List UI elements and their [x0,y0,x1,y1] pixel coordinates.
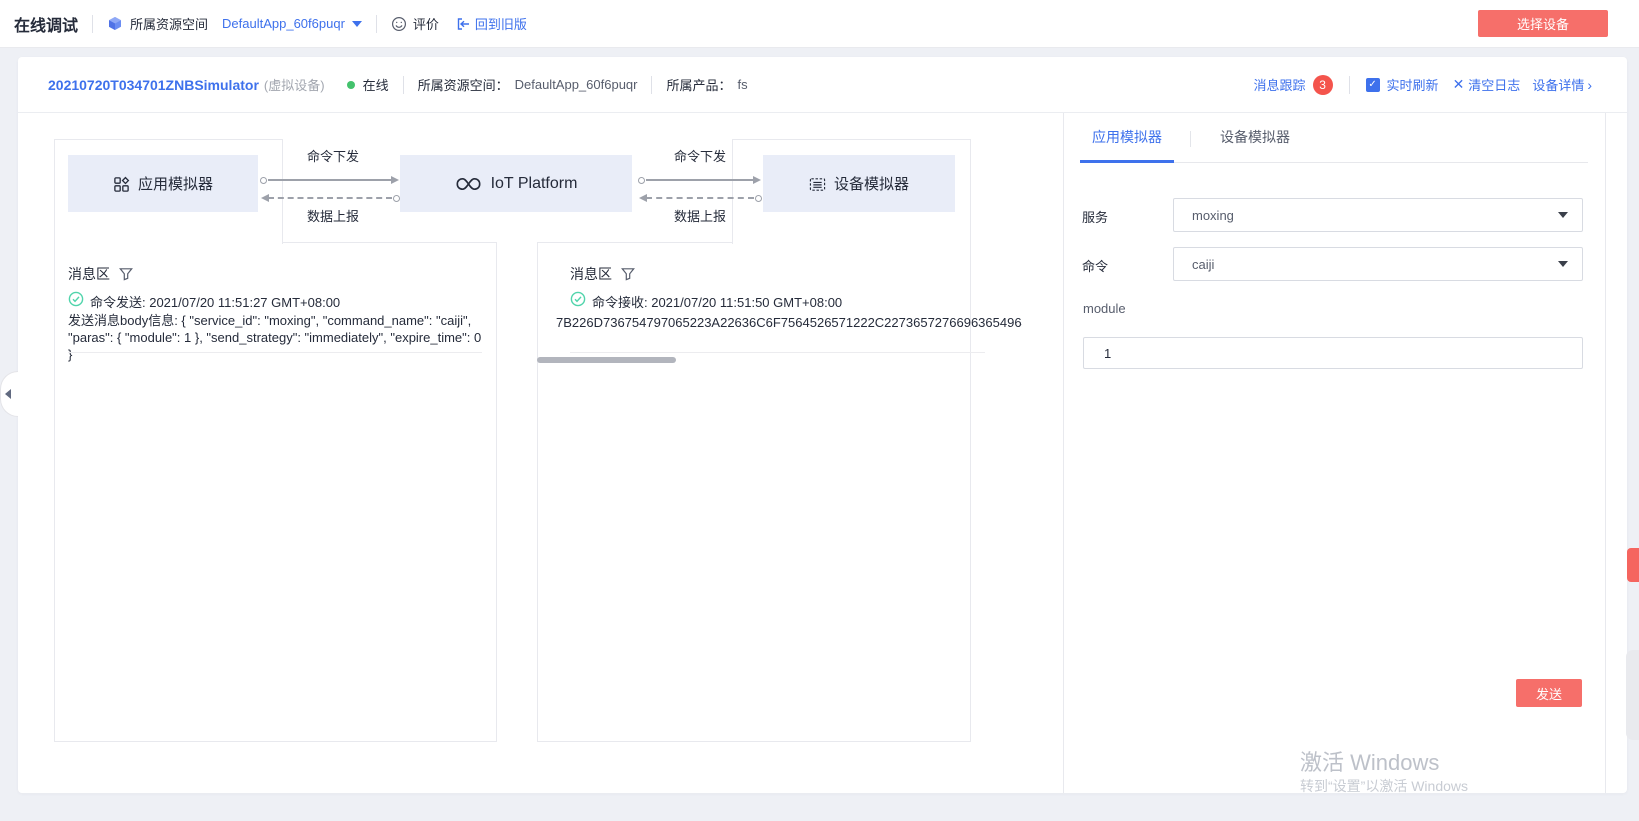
iot-platform-box-label: IoT Platform [491,175,578,193]
online-status: 在线 [363,75,389,94]
tab-separator [1190,131,1191,147]
close-icon[interactable]: ✕ [1453,76,1465,93]
horizontal-scrollbar-thumb[interactable] [537,357,676,363]
divider [92,15,93,33]
app-message-area-title: 消息区 [68,264,133,284]
success-icon [68,291,84,307]
device-type: (虚拟设备) [264,75,325,94]
message-area-label: 消息区 [570,264,612,284]
realtime-refresh-checkbox[interactable]: ✓ [1366,78,1380,92]
resource-space-value: DefaultApp_60f6puqr [222,16,345,31]
select-device-button[interactable]: 选择设备 [1478,10,1608,37]
app-message-title: 命令发送: 2021/07/20 11:51:27 GMT+08:00 [90,292,340,311]
tab-device-simulator[interactable]: 设备模拟器 [1205,127,1305,147]
active-tab-underline [1080,160,1174,163]
app-simulator-grid-icon [113,176,129,192]
data-up-arrow-left [268,197,392,199]
caret-down-icon [352,21,362,27]
chevron-right-icon[interactable]: › [1587,77,1592,93]
divider [376,15,377,33]
data-up-arrow-right [646,197,754,199]
service-select[interactable]: moxing [1173,198,1583,232]
header-actions: 消息跟踪 3 ✓ 实时刷新 ✕ 清空日志 设备详情 › [1254,75,1592,95]
edge-feedback-tab[interactable] [1627,548,1639,582]
realtime-refresh-label[interactable]: 实时刷新 [1387,75,1439,94]
resource-space-select[interactable]: DefaultApp_60f6puqr [222,16,362,31]
vertical-scrollbar-thumb[interactable] [1626,650,1639,740]
clear-log-link[interactable]: 清空日志 [1468,75,1520,94]
device-name: 20210720T034701ZNBSimulator [48,77,259,93]
online-debug-page: 在线调试 所属资源空间 DefaultApp_60f6puqr 评价 回到旧版 … [0,0,1639,821]
feedback-link[interactable]: 评价 [413,14,439,33]
cmd-down-label-right: 命令下发 [640,146,760,165]
message-divider [570,352,985,353]
cmd-down-arrow-left [268,179,392,181]
collapse-arrow-icon [5,389,11,399]
device-simulator-list-icon [809,176,825,192]
iot-platform-box: IoT Platform [400,155,632,212]
filter-icon[interactable] [119,267,133,281]
app-simulator-box: 应用模拟器 [68,155,258,212]
device-message-area-title: 消息区 [570,264,635,284]
tab-app-simulator[interactable]: 应用模拟器 [1080,127,1174,147]
send-button[interactable]: 发送 [1516,679,1582,707]
product-label: 所属产品： [666,75,731,94]
command-label: 命令 [1082,256,1108,275]
sidebar-collapse-handle[interactable] [0,371,18,417]
return-icon [455,16,471,32]
page-title: 在线调试 [14,12,78,36]
online-dot [347,81,355,89]
divider [1349,76,1350,94]
message-divider [68,352,482,353]
cmd-down-arrow-right [646,179,754,181]
section-divider [1063,113,1064,793]
data-up-label-left: 数据上报 [278,206,388,225]
chevron-down-icon [1558,261,1568,267]
filter-icon[interactable] [621,267,635,281]
product-value: fs [738,77,748,92]
service-select-value: moxing [1192,208,1234,223]
success-icon [570,291,586,307]
resource-space-label: 所属资源空间 [130,14,208,33]
command-select-value: caiji [1192,257,1214,272]
service-label: 服务 [1082,207,1108,226]
resource-space-label: 所属资源空间： [418,75,509,94]
message-trace-link[interactable]: 消息跟踪 [1254,75,1306,94]
smiley-icon [391,16,407,32]
device-simulator-box: 设备模拟器 [763,155,955,212]
device-simulator-box-label: 设备模拟器 [834,173,909,194]
divider [403,76,404,94]
resource-space-value: DefaultApp_60f6puqr [515,77,638,92]
command-select[interactable]: caiji [1173,247,1583,281]
back-to-old-link[interactable]: 回到旧版 [475,14,527,33]
device-header: 20210720T034701ZNBSimulator (虚拟设备) 在线 所属… [18,57,1627,113]
cmd-down-label-left: 命令下发 [278,146,388,165]
data-up-label-right: 数据上报 [640,206,760,225]
iot-platform-infinity-icon [455,176,482,192]
app-message-body: 发送消息body信息: { "service_id": "moxing", "c… [68,312,486,363]
app-simulator-box-label: 应用模拟器 [138,173,213,194]
device-message-body: 7B226D736754797065223A22636C6F7564526571… [556,315,1022,330]
windows-activation-watermark-sub: 转到“设置”以激活 Windows [1300,776,1468,796]
chevron-down-icon [1558,212,1568,218]
message-area-label: 消息区 [68,264,110,284]
divider [651,76,652,94]
device-message-title: 命令接收: 2021/07/20 11:51:50 GMT+08:00 [592,292,842,311]
module-param-input[interactable] [1083,337,1583,369]
module-param-label: module [1083,301,1126,316]
device-detail-link[interactable]: 设备详情 [1532,75,1584,94]
resource-space-cube-icon [107,16,123,32]
trace-count-badge: 3 [1313,75,1333,95]
topbar: 在线调试 所属资源空间 DefaultApp_60f6puqr 评价 回到旧版 … [0,0,1639,48]
windows-activation-watermark: 激活 Windows [1300,745,1439,777]
section-divider [1605,113,1606,793]
